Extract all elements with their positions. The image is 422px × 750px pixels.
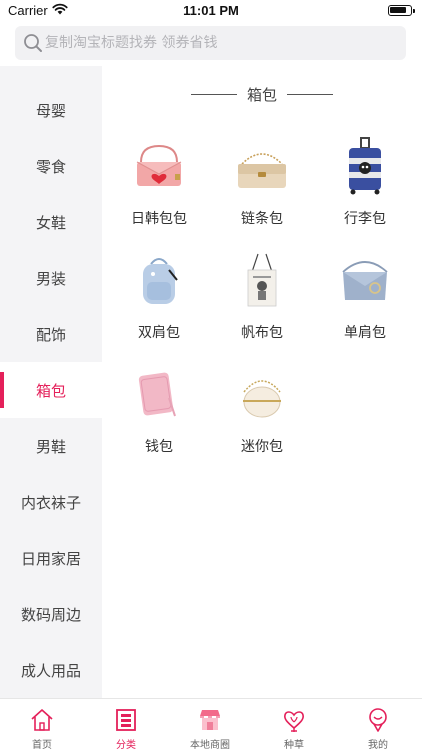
search-icon bbox=[24, 34, 42, 52]
tab-label: 本地商圈 bbox=[190, 740, 230, 750]
sidebar-item-label: 男装 bbox=[35, 269, 66, 288]
sidebar-item-label: 数码周边 bbox=[20, 605, 81, 624]
category-label: 链条包 bbox=[241, 211, 283, 227]
sidebar-item-chengren[interactable]: 成人用品 bbox=[0, 642, 102, 698]
category-item-danjian[interactable]: 单肩包 bbox=[315, 250, 415, 360]
category-label: 日韩包包 bbox=[131, 211, 187, 227]
battery-icon bbox=[388, 5, 415, 16]
battery-level bbox=[390, 7, 406, 13]
sidebar-item-riyong[interactable]: 日用家居 bbox=[0, 530, 102, 586]
luggage-icon bbox=[349, 137, 381, 195]
mini-bag-icon bbox=[243, 380, 281, 418]
tab-bar: 首页 分类 本地商圈 种草 我的 bbox=[0, 698, 422, 750]
category-label: 单肩包 bbox=[344, 325, 386, 341]
category-label: 钱包 bbox=[145, 439, 173, 455]
tab-home[interactable]: 首页 bbox=[0, 699, 84, 750]
title-divider-left bbox=[190, 94, 237, 95]
tab-local-store[interactable]: 本地商圈 bbox=[168, 699, 252, 750]
search-bar[interactable] bbox=[15, 26, 406, 60]
tab-label: 我的 bbox=[368, 740, 388, 750]
sidebar-item-label: 箱包 bbox=[35, 381, 66, 400]
sidebar-item-label: 成人用品 bbox=[20, 661, 81, 680]
sidebar-item-nanzhuang[interactable]: 男装 bbox=[0, 250, 102, 306]
category-icon bbox=[116, 709, 136, 731]
active-indicator bbox=[0, 372, 4, 408]
sidebar-item-lingshi[interactable]: 零食 bbox=[0, 138, 102, 194]
sidebar-item-label: 母婴 bbox=[35, 101, 66, 120]
search-input[interactable] bbox=[45, 26, 395, 60]
category-item-rihan[interactable]: 日韩包包 bbox=[109, 136, 209, 246]
sidebar-item-label: 日用家居 bbox=[20, 549, 81, 568]
shoulder-bag-icon bbox=[342, 261, 388, 300]
category-label: 行李包 bbox=[344, 211, 386, 227]
category-sidebar: 母婴 零食 女鞋 男装 配饰 箱包 男鞋 内衣袜子 日用家居 数码周边 成人用品 bbox=[0, 66, 102, 698]
wallet-icon bbox=[138, 372, 176, 417]
status-bar: Carrier 11:01 PM bbox=[0, 0, 422, 22]
store-icon bbox=[200, 710, 220, 730]
tab-label: 种草 bbox=[284, 740, 304, 750]
home-icon bbox=[31, 709, 53, 731]
sidebar-item-nanxie[interactable]: 男鞋 bbox=[0, 418, 102, 474]
sidebar-item-xiangbao[interactable]: 箱包 bbox=[0, 362, 102, 418]
category-item-mini[interactable]: 迷你包 bbox=[212, 364, 312, 474]
sidebar-item-label: 女鞋 bbox=[35, 213, 66, 232]
sidebar-item-label: 男鞋 bbox=[35, 437, 66, 456]
backpack-icon bbox=[143, 258, 178, 304]
sidebar-item-label: 零食 bbox=[35, 157, 66, 176]
sidebar-item-shuma[interactable]: 数码周边 bbox=[0, 586, 102, 642]
category-label: 帆布包 bbox=[241, 325, 283, 341]
sidebar-item-label: 内衣袜子 bbox=[20, 493, 81, 512]
section-title-text: 箱包 bbox=[246, 86, 277, 104]
heart-sprout-icon bbox=[284, 711, 304, 732]
category-item-xingli[interactable]: 行李包 bbox=[315, 136, 415, 246]
tab-label: 首页 bbox=[32, 740, 52, 750]
category-item-lian[interactable]: 链条包 bbox=[212, 136, 312, 246]
tab-grass[interactable]: 种草 bbox=[252, 699, 336, 750]
canvas-tote-icon bbox=[247, 253, 277, 307]
pink-handbag-icon bbox=[136, 144, 182, 186]
sidebar-item-neiyi[interactable]: 内衣袜子 bbox=[0, 474, 102, 530]
category-label: 双肩包 bbox=[138, 325, 180, 341]
category-item-shuangjian[interactable]: 双肩包 bbox=[109, 250, 209, 360]
tab-mine[interactable]: 我的 bbox=[336, 699, 420, 750]
sidebar-item-muying[interactable]: 母婴 bbox=[0, 82, 102, 138]
category-content: 箱包 日韩包包 链条包 行李包 双肩包 帆布包 单肩包 钱包 迷你包 bbox=[102, 66, 422, 698]
category-label: 迷你包 bbox=[241, 439, 283, 455]
chain-bag-icon bbox=[238, 153, 286, 188]
category-item-fanbu[interactable]: 帆布包 bbox=[212, 250, 312, 360]
title-divider-right bbox=[287, 94, 333, 95]
section-title: 箱包 bbox=[102, 84, 422, 105]
category-item-qianbao[interactable]: 钱包 bbox=[109, 364, 209, 474]
sidebar-item-peishi[interactable]: 配饰 bbox=[0, 306, 102, 362]
tab-label: 分类 bbox=[116, 740, 136, 750]
sidebar-item-nvxie[interactable]: 女鞋 bbox=[0, 194, 102, 250]
status-time: 11:01 PM bbox=[183, 3, 239, 18]
tab-category[interactable]: 分类 bbox=[84, 699, 168, 750]
sidebar-item-label: 配饰 bbox=[35, 325, 66, 344]
profile-icon bbox=[369, 708, 387, 732]
